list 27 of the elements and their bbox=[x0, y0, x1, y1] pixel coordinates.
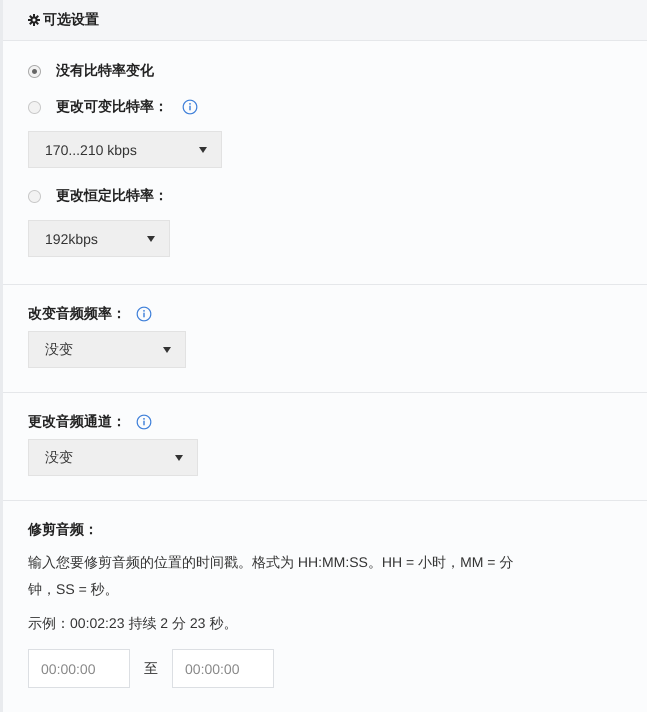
dropdown[interactable]: 192kbps bbox=[28, 220, 170, 257]
field-label: 更改音频通道： bbox=[28, 413, 126, 431]
gear-icon bbox=[28, 14, 40, 26]
start-time-field[interactable]: 00:00:00 bbox=[28, 649, 130, 688]
radio-label: 更改可变比特率： bbox=[56, 98, 168, 116]
caret-icon bbox=[147, 236, 155, 242]
caret-icon bbox=[199, 146, 207, 152]
panel-title: 可选设置 bbox=[43, 11, 99, 29]
radio-label: 没有比特率变化 bbox=[56, 62, 154, 80]
dropdown[interactable]: 没变 bbox=[28, 439, 198, 476]
radio-label: 更改恒定比特率： bbox=[56, 187, 168, 205]
end-time-field[interactable]: 00:00:00 bbox=[172, 649, 274, 688]
info-icon[interactable] bbox=[136, 414, 152, 430]
radio-button[interactable] bbox=[28, 190, 41, 202]
info-icon[interactable] bbox=[182, 99, 198, 115]
caret-icon bbox=[175, 454, 183, 460]
info-icon[interactable] bbox=[136, 306, 152, 322]
section-title: 修剪音频： bbox=[28, 521, 99, 539]
caret-icon bbox=[163, 346, 171, 352]
example-text: 示例：00:02:23 持续 2 分 23 秒。 bbox=[28, 615, 238, 633]
radio-button[interactable] bbox=[28, 100, 41, 114]
dropdown[interactable]: 170...210 kbps bbox=[28, 131, 222, 168]
field-label: 改变音频频率： bbox=[28, 305, 126, 323]
separator-text: 至 bbox=[144, 660, 158, 678]
radio-button[interactable] bbox=[28, 64, 41, 78]
description-text: 输入您要修剪音频的位置的时间戳。格式为 HH:MM:SS。HH = 小时，MM = 分钟，SS = 秒。 bbox=[28, 553, 514, 599]
dropdown[interactable]: 没变 bbox=[28, 331, 186, 368]
